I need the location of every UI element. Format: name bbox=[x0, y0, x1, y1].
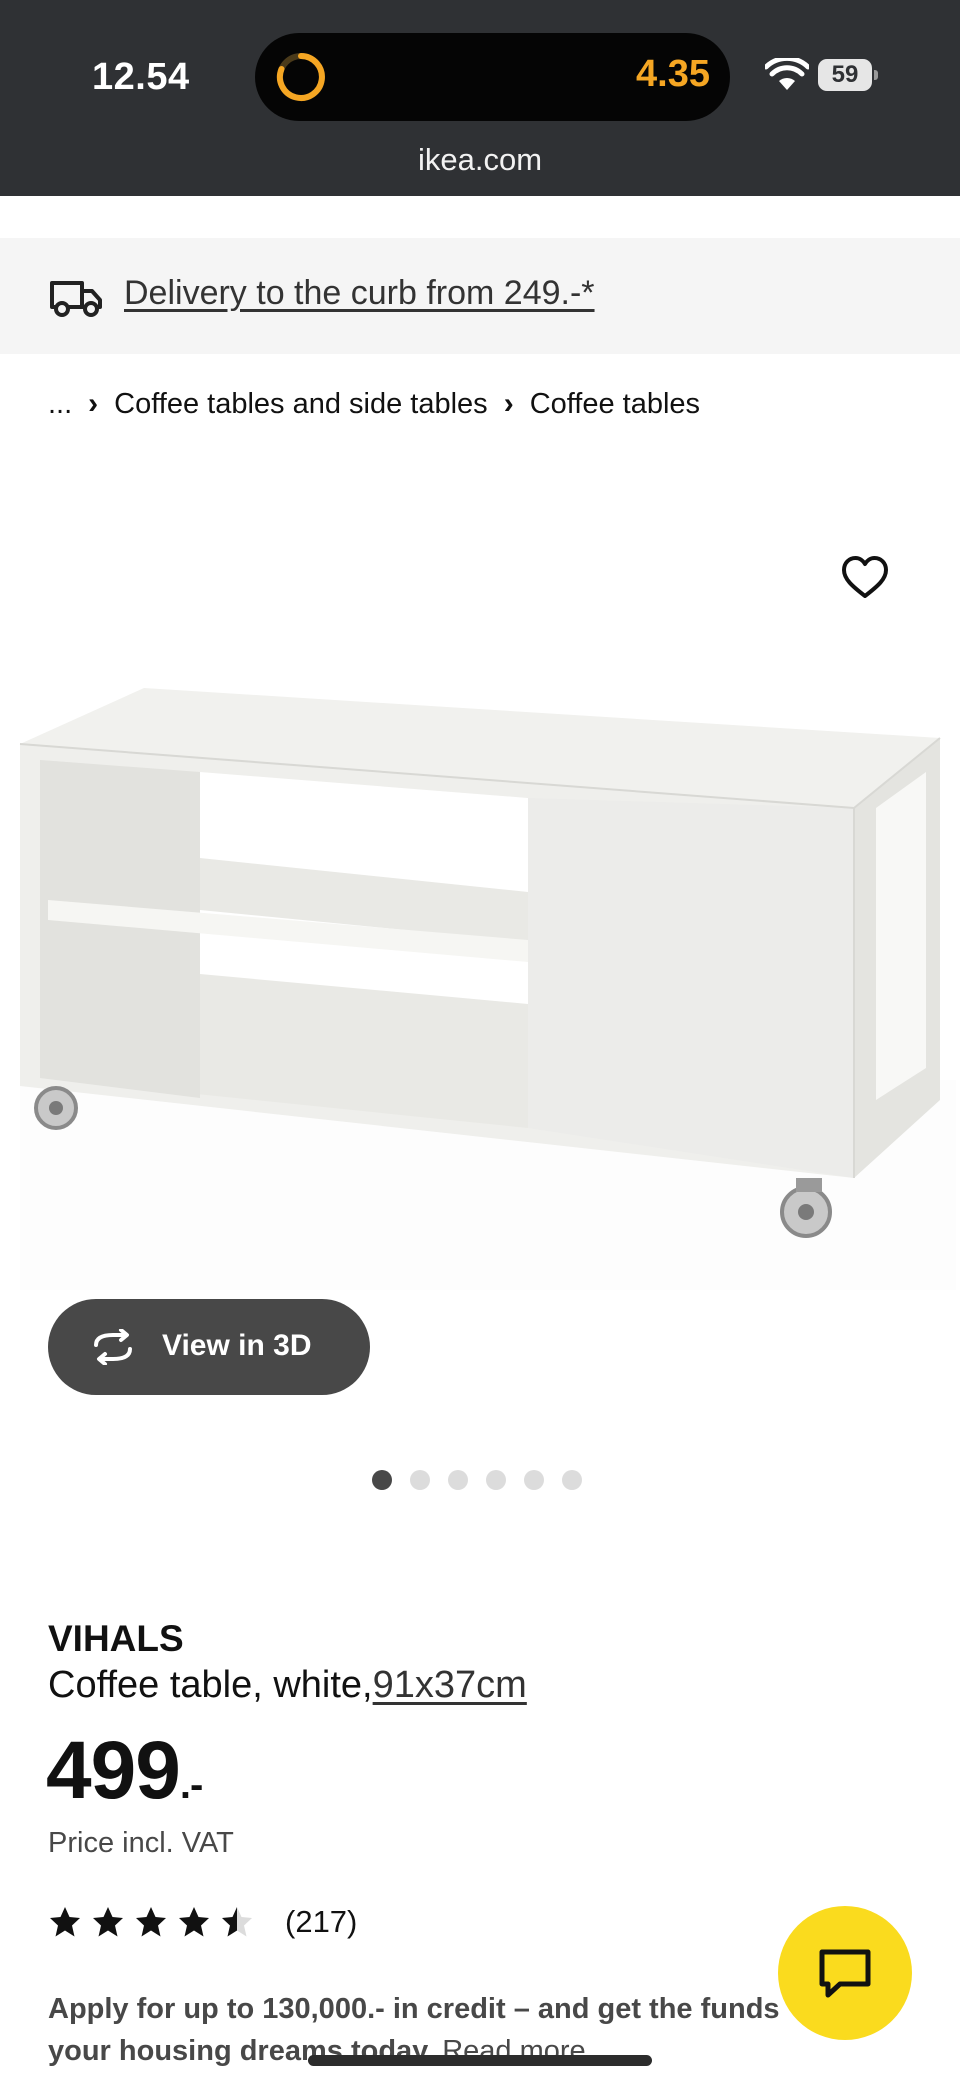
battery-level: 59 bbox=[831, 61, 859, 88]
truck-icon bbox=[50, 281, 102, 317]
url-bar[interactable]: ikea.com bbox=[0, 142, 960, 178]
home-indicator bbox=[308, 2055, 652, 2066]
price-value: 499 bbox=[46, 1725, 181, 1816]
breadcrumb-coffee-tables[interactable]: Coffee tables bbox=[530, 388, 700, 421]
breadcrumb-separator: › bbox=[503, 387, 514, 420]
view-in-3d-label: View in 3D bbox=[162, 1329, 312, 1362]
dynamic-island: 4.35 bbox=[255, 33, 730, 121]
chat-button[interactable] bbox=[778, 1906, 912, 2040]
breadcrumb-ellipsis[interactable]: ... bbox=[48, 388, 72, 421]
rotate-3d-icon bbox=[94, 1329, 132, 1365]
star-icon bbox=[50, 1907, 80, 1937]
gallery-dot-1[interactable] bbox=[372, 1470, 392, 1490]
battery-indicator: 59 bbox=[818, 59, 878, 91]
product-type-color: Coffee table, white, bbox=[48, 1664, 373, 1706]
island-timer-text: 4.35 bbox=[636, 53, 710, 95]
gallery-dot-2[interactable] bbox=[410, 1470, 430, 1490]
star-icon bbox=[179, 1907, 209, 1937]
chat-icon bbox=[819, 1949, 871, 1998]
heart-icon[interactable] bbox=[840, 553, 890, 603]
breadcrumb-separator: › bbox=[88, 387, 99, 420]
breadcrumb: ... › Coffee tables and side tables › Co… bbox=[48, 384, 700, 424]
breadcrumb-coffee-and-side-tables[interactable]: Coffee tables and side tables bbox=[114, 388, 488, 421]
product-description: Coffee table, white,91x37cm bbox=[48, 1664, 527, 1707]
gallery-dot-6[interactable] bbox=[562, 1470, 582, 1490]
delivery-banner[interactable]: Delivery to the curb from 249.-* bbox=[0, 238, 960, 354]
vat-note: Price incl. VAT bbox=[48, 1827, 234, 1859]
price-suffix: .- bbox=[179, 1763, 203, 1807]
wifi-icon bbox=[765, 58, 809, 90]
half-star-icon bbox=[222, 1907, 252, 1937]
gallery-dot-5[interactable] bbox=[524, 1470, 544, 1490]
browser-top-bar: 12.54 4.35 59 ikea.com bbox=[0, 0, 960, 196]
product-image[interactable] bbox=[14, 680, 960, 1300]
star-icon bbox=[136, 1907, 166, 1937]
product-rating[interactable]: (217) bbox=[48, 1902, 357, 1942]
timer-ring-icon bbox=[276, 53, 325, 101]
review-count[interactable]: (217) bbox=[285, 1904, 357, 1940]
product-price: 499.- bbox=[46, 1724, 203, 1818]
product-size-link[interactable]: 91x37cm bbox=[373, 1664, 527, 1706]
gallery-dot-4[interactable] bbox=[486, 1470, 506, 1490]
battery-tip bbox=[874, 70, 878, 80]
credit-promo-line-1: Apply for up to 130,000.- in credit – an… bbox=[48, 1993, 780, 2025]
product-name: VIHALS bbox=[48, 1618, 184, 1659]
view-in-3d-button[interactable]: View in 3D bbox=[48, 1299, 370, 1395]
gallery-dot-3[interactable] bbox=[448, 1470, 468, 1490]
star-icon bbox=[93, 1907, 123, 1937]
gallery-pagination bbox=[372, 1470, 582, 1490]
delivery-link[interactable]: Delivery to the curb from 249.-* bbox=[124, 274, 595, 313]
status-time: 12.54 bbox=[92, 56, 190, 98]
